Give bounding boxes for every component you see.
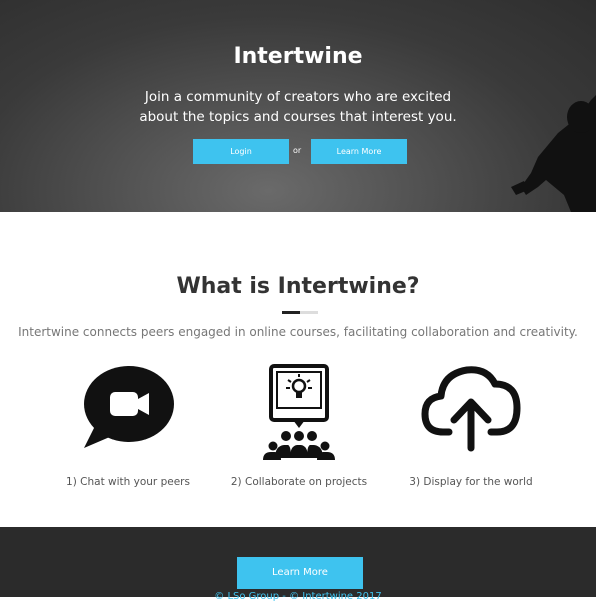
- about-description: Intertwine connects peers engaged in onl…: [18, 325, 578, 339]
- hero-subtitle-line-1: Join a community of creators who are exc…: [144, 89, 452, 105]
- hero-subtitle: Join a community of creators who are exc…: [0, 87, 596, 127]
- feature-caption-2: 2) Collaborate on projects: [230, 476, 368, 488]
- cloud-upload-icon: [421, 366, 521, 452]
- footer-learn-more-button[interactable]: Learn More: [237, 557, 363, 589]
- hero-section: Intertwine Join a community of creators …: [0, 0, 596, 212]
- feature-display: 3) Display for the world: [391, 362, 551, 488]
- hero-subtitle-line-2: about the topics and courses that intere…: [139, 109, 457, 125]
- video-chat-bubble-icon: [84, 366, 174, 448]
- feature-caption-1: 1) Chat with your peers: [66, 476, 190, 488]
- feature-collaborate: 2) Collaborate on projects: [219, 362, 379, 488]
- about-section: What is Intertwine? Intertwine connects …: [0, 212, 596, 527]
- about-title: What is Intertwine?: [176, 274, 420, 299]
- or-separator: or: [293, 146, 302, 155]
- title-divider: [282, 311, 318, 314]
- feature-caption-3: 3) Display for the world: [409, 476, 533, 488]
- presentation-group-icon: [263, 364, 335, 460]
- login-button[interactable]: Login: [193, 139, 289, 164]
- feature-chat: 1) Chat with your peers: [48, 362, 208, 488]
- hero-title: Intertwine: [233, 44, 363, 69]
- footer-section: Learn More © LSo Group - © Intertwine 20…: [0, 527, 596, 602]
- hero-learn-more-button[interactable]: Learn More: [311, 139, 407, 164]
